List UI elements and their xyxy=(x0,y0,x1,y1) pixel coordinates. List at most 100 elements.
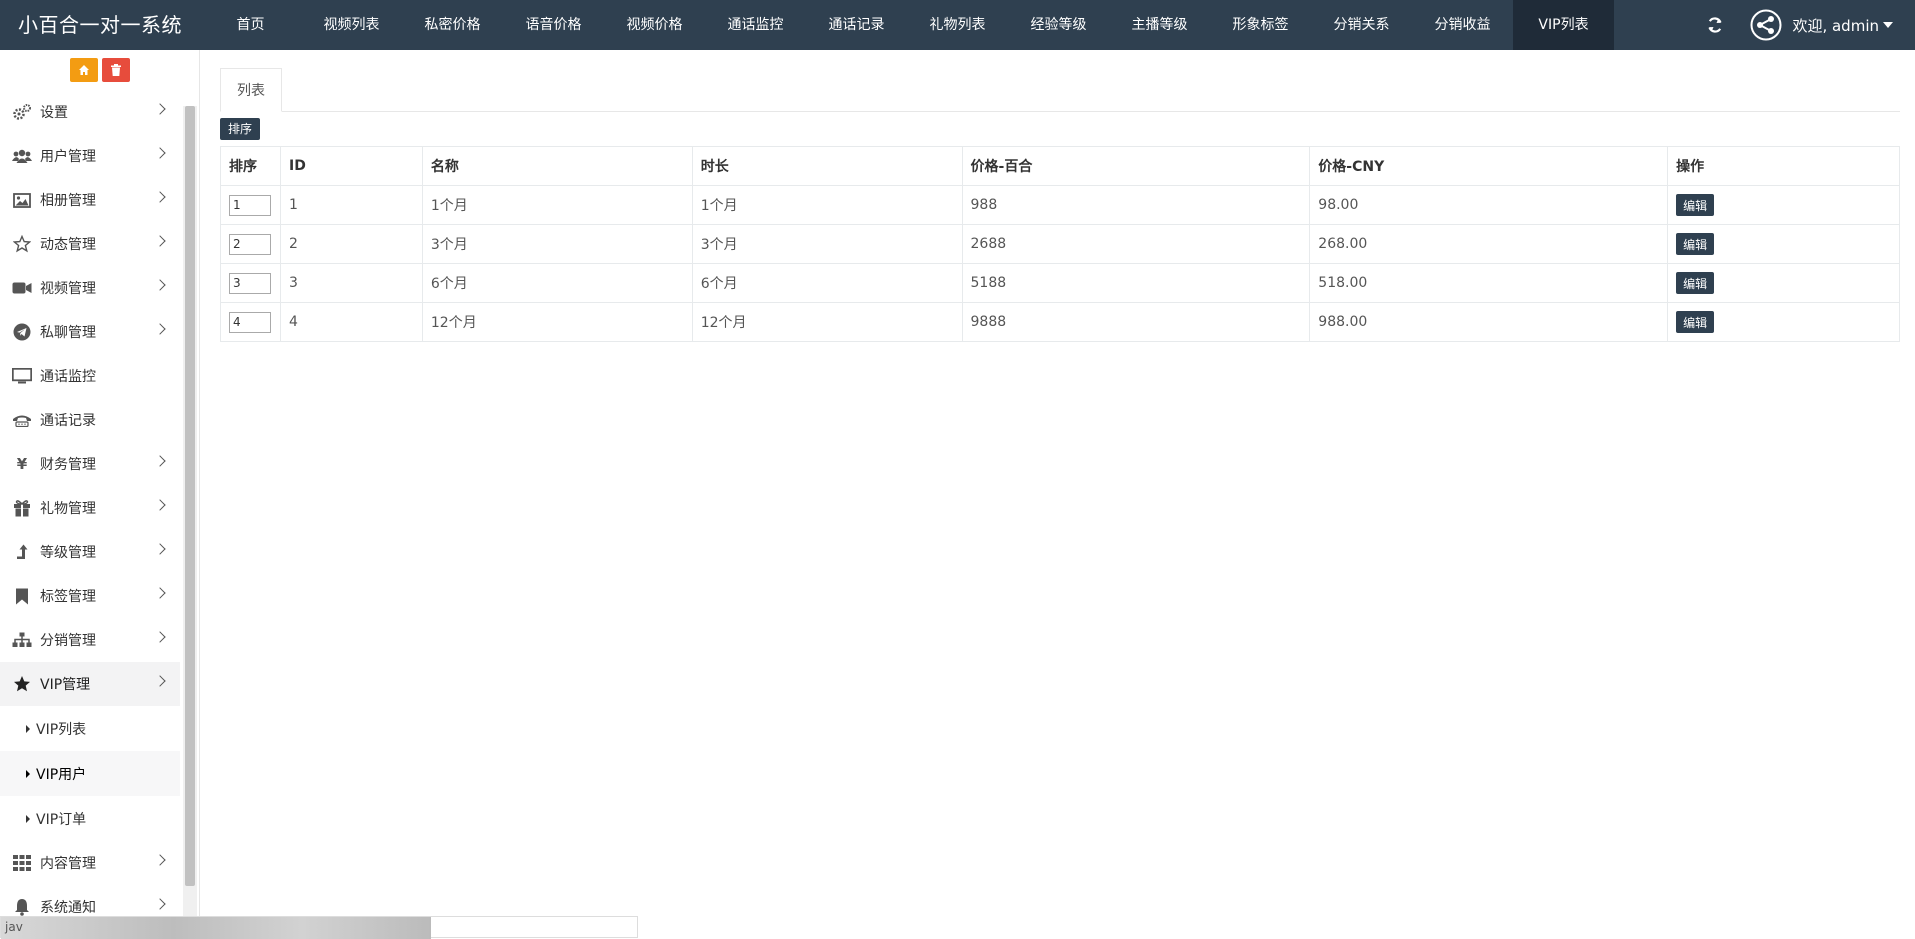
column-header: 价格-百合 xyxy=(961,146,1311,186)
delete-button[interactable] xyxy=(101,58,130,82)
edit-button[interactable]: 编辑 xyxy=(1676,311,1715,333)
chevron-right-icon xyxy=(154,323,166,335)
nav-call-monitor[interactable]: 通话监控 xyxy=(705,0,806,50)
sidebar-item-users[interactable]: 用户管理 xyxy=(0,134,180,178)
caret-right-icon xyxy=(26,814,30,823)
star-outline-icon xyxy=(13,235,31,253)
chevron-right-icon xyxy=(154,898,166,910)
sidebar-item-label: 私聊管理 xyxy=(40,325,96,341)
welcome-text: 欢迎, admin xyxy=(1792,16,1879,35)
sidebar-subitem-vip-orders[interactable]: VIP订单 xyxy=(0,796,180,841)
sidebar-item-label: 等级管理 xyxy=(40,545,96,561)
sidebar-subitem-label: VIP列表 xyxy=(36,721,87,738)
status-text: jav xyxy=(5,920,23,934)
cell-price-lily: 9888 xyxy=(961,302,1311,342)
bell-icon xyxy=(15,899,29,916)
tab-list[interactable]: 列表 xyxy=(220,68,282,112)
cell-duration: 6个月 xyxy=(691,263,963,303)
edit-button[interactable]: 编辑 xyxy=(1676,272,1715,294)
chevron-right-icon xyxy=(154,499,166,511)
nav-voice-price[interactable]: 语音价格 xyxy=(503,0,604,50)
sidebar-item-distribution[interactable]: 分销管理 xyxy=(0,618,180,662)
nav-gift-list[interactable]: 礼物列表 xyxy=(907,0,1008,50)
sidebar-item-gifts[interactable]: 礼物管理 xyxy=(0,486,180,530)
sidebar-item-call-records[interactable]: 通话记录 xyxy=(0,398,180,442)
sidebar-item-content[interactable]: 内容管理 xyxy=(0,841,180,885)
table-header-row: 排序 ID 名称 时长 价格-百合 价格-CNY 操作 xyxy=(220,146,1900,186)
user-menu[interactable]: 欢迎, admin xyxy=(1792,15,1893,36)
grid-icon xyxy=(13,855,31,871)
chevron-right-icon xyxy=(154,235,166,247)
sidebar-subitem-vip-list[interactable]: VIP列表 xyxy=(0,706,180,751)
gift-icon xyxy=(14,500,30,517)
sidebar-subitem-label: VIP用户 xyxy=(36,766,87,783)
caret-down-icon xyxy=(1883,22,1893,28)
sort-button[interactable]: 排序 xyxy=(220,118,261,140)
bookmark-icon xyxy=(16,588,28,604)
chevron-right-icon xyxy=(154,854,166,866)
nav-video-price[interactable]: 视频价格 xyxy=(604,0,705,50)
refresh-icon[interactable] xyxy=(1706,16,1724,34)
home-button[interactable] xyxy=(69,58,98,82)
home-icon xyxy=(78,65,89,75)
order-input[interactable] xyxy=(229,272,271,294)
table-row: 1 1个月 1个月 988 98.00 编辑 xyxy=(220,185,1900,225)
sidebar-item-label: 通话记录 xyxy=(40,413,96,429)
edit-button[interactable]: 编辑 xyxy=(1676,194,1715,216)
nav-private-price[interactable]: 私密价格 xyxy=(402,0,503,50)
sidebar-tools xyxy=(0,50,199,90)
nav-exp-level[interactable]: 经验等级 xyxy=(1008,0,1109,50)
top-navbar: 小百合一对一系统 首页 视频列表 私密价格 语音价格 视频价格 通话监控 通话记… xyxy=(0,0,1915,50)
scrollbar-thumb[interactable] xyxy=(185,106,195,886)
nav-vip-list[interactable]: VIP列表 xyxy=(1513,0,1614,50)
sidebar-item-moments[interactable]: 动态管理 xyxy=(0,222,180,266)
vip-table: 排序 ID 名称 时长 价格-百合 价格-CNY 操作 1 1个月 1个月 98… xyxy=(220,146,1900,342)
chevron-right-icon xyxy=(154,103,166,115)
nav-image-tags[interactable]: 形象标签 xyxy=(1210,0,1311,50)
level-up-icon xyxy=(17,544,28,559)
sidebar-scrollbar[interactable] xyxy=(183,106,197,938)
edit-button[interactable]: 编辑 xyxy=(1676,233,1715,255)
sidebar-item-label: VIP管理 xyxy=(40,677,91,693)
chevron-right-icon xyxy=(154,543,166,555)
caret-right-icon xyxy=(26,724,30,733)
sidebar-item-tags[interactable]: 标签管理 xyxy=(0,574,180,618)
cell-name: 1个月 xyxy=(421,185,693,225)
cell-duration: 1个月 xyxy=(691,185,963,225)
sidebar-item-call-monitor[interactable]: 通话监控 xyxy=(0,354,180,398)
sidebar-item-videos[interactable]: 视频管理 xyxy=(0,266,180,310)
chevron-right-icon xyxy=(154,147,166,159)
sidebar-item-vip[interactable]: VIP管理 xyxy=(0,662,180,706)
nav-call-records[interactable]: 通话记录 xyxy=(806,0,907,50)
cell-price-lily: 2688 xyxy=(961,224,1311,264)
table-row: 3 6个月 6个月 5188 518.00 编辑 xyxy=(220,263,1900,303)
sidebar-item-label: 用户管理 xyxy=(40,149,96,165)
table-row: 2 3个月 3个月 2688 268.00 编辑 xyxy=(220,224,1900,264)
order-input[interactable] xyxy=(229,194,271,216)
cell-price-cny: 268.00 xyxy=(1309,224,1669,264)
nav-video-list[interactable]: 视频列表 xyxy=(301,0,402,50)
browser-status-bar: jav xyxy=(0,916,638,939)
order-input[interactable] xyxy=(229,311,271,333)
sidebar-subitem-vip-users[interactable]: VIP用户 xyxy=(0,751,180,796)
column-header: 操作 xyxy=(1667,146,1900,186)
nav-anchor-level[interactable]: 主播等级 xyxy=(1109,0,1210,50)
nav-distribution-income[interactable]: 分销收益 xyxy=(1412,0,1513,50)
nav-distribution-relation[interactable]: 分销关系 xyxy=(1311,0,1412,50)
sidebar-item-label: 通话监控 xyxy=(40,369,96,385)
column-header: 排序 xyxy=(220,146,281,186)
sidebar-item-levels[interactable]: 等级管理 xyxy=(0,530,180,574)
image-icon xyxy=(13,192,31,208)
avatar[interactable] xyxy=(1750,9,1782,41)
tab-bar: 列表 xyxy=(220,68,1900,112)
nav-home[interactable]: 首页 xyxy=(200,0,301,50)
cell-name: 6个月 xyxy=(421,263,693,303)
sidebar-item-albums[interactable]: 相册管理 xyxy=(0,178,180,222)
order-input[interactable] xyxy=(229,233,271,255)
sidebar-item-private-chat[interactable]: 私聊管理 xyxy=(0,310,180,354)
sidebar-item-settings[interactable]: 设置 xyxy=(0,90,180,134)
cell-price-cny: 988.00 xyxy=(1309,302,1669,342)
sidebar-item-finance[interactable]: ¥ 财务管理 xyxy=(0,442,180,486)
table-row: 4 12个月 12个月 9888 988.00 编辑 xyxy=(220,302,1900,342)
trash-icon xyxy=(110,64,121,76)
